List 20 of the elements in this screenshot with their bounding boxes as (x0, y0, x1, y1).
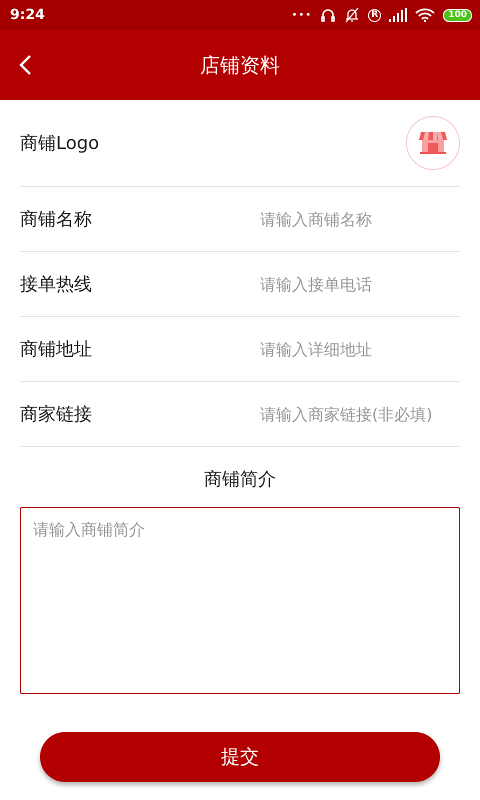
bell-off-icon (344, 7, 360, 23)
logo-upload[interactable] (406, 116, 460, 170)
battery-indicator: 100 (443, 8, 472, 22)
status-time: 9:24 (10, 7, 46, 23)
headset-icon (320, 7, 336, 23)
signal-icon (389, 8, 408, 22)
shop-icon (418, 130, 448, 156)
field-label: 商家链接 (20, 403, 92, 426)
page-title: 店铺资料 (200, 52, 280, 78)
registered-icon: R (368, 8, 382, 22)
more-dots: ••• (292, 10, 312, 20)
field-label: 商铺地址 (20, 338, 92, 361)
field-label: 商铺名称 (20, 208, 92, 231)
section-title: 商铺简介 (203, 468, 277, 491)
field-label: 商铺Logo (20, 132, 100, 155)
field-label: 接单热线 (20, 273, 92, 296)
description-field[interactable]: 请输入商铺简介 (20, 507, 460, 694)
wifi-icon (415, 8, 436, 22)
back-icon[interactable] (18, 54, 34, 76)
submit-button[interactable]: 提交 (40, 732, 440, 782)
